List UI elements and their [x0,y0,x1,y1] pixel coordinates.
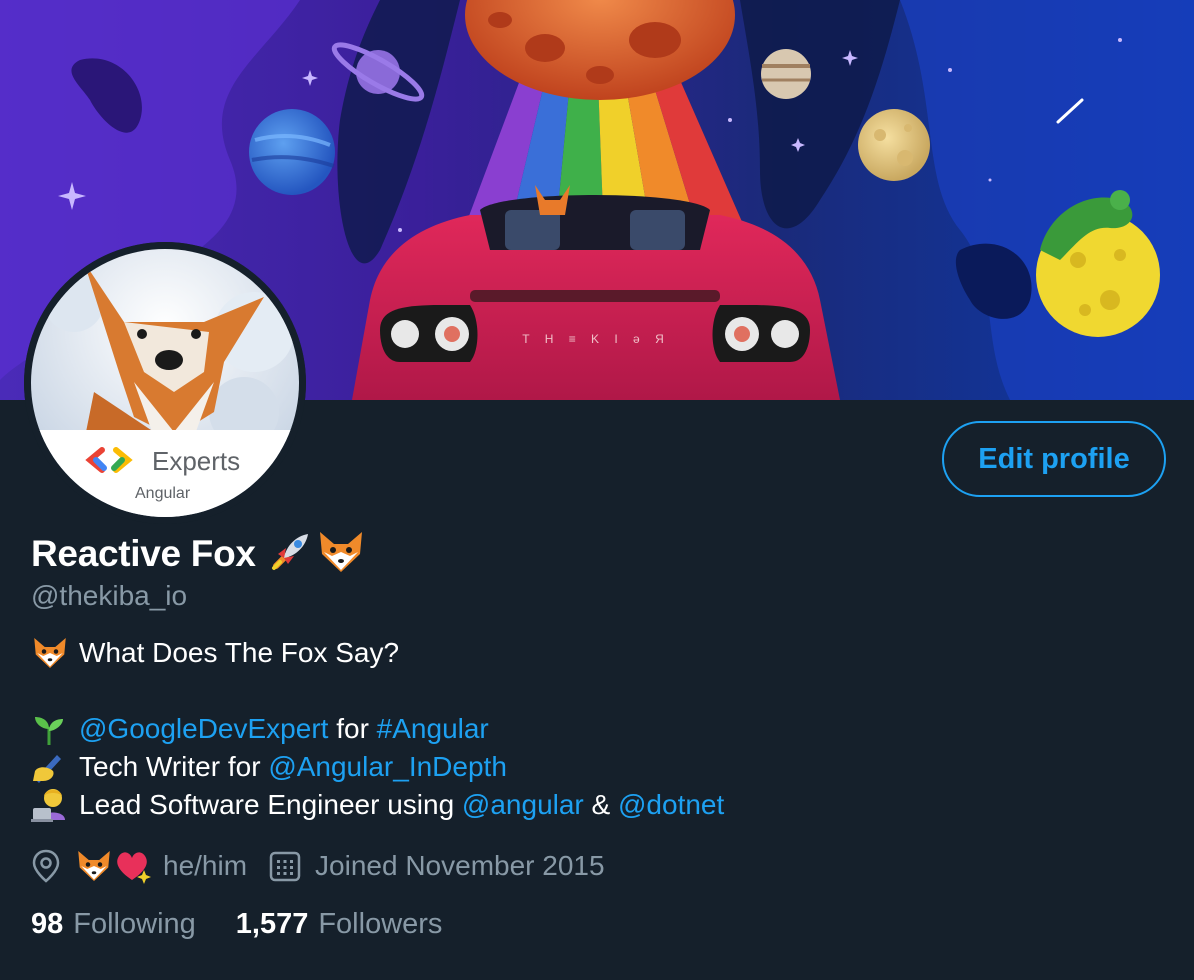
profile-name: Reactive Fox [31,533,256,574]
bio-line-4-text: Lead Software Engineer using [79,789,462,820]
fox-emoji-icon [31,634,71,672]
avatar-badge-subtitle: Angular [135,485,191,502]
location-item: he/him [31,848,247,884]
sparkling-heart-emoji-icon [113,848,151,884]
bio-line-3: Tech Writer for @Angular_InDepth [31,748,724,786]
fox-emoji-icon [316,528,366,581]
rocket-emoji-icon [266,528,314,581]
bio-spacer [31,672,724,710]
bio-line-4-amp: & [583,789,618,820]
profile-meta: he/him Joined November 2015 [31,844,627,888]
profile-bio: What Does The Fox Say? @GoogleDevExpert … [31,634,724,824]
joined-item: Joined November 2015 [269,850,605,882]
location-pin-icon [31,849,61,883]
profile-handle: @thekiba_io [31,580,188,611]
mention-googledevexpert-link[interactable]: @GoogleDevExpert [79,710,328,748]
following-count: 98 [31,907,64,940]
bio-line-1: What Does The Fox Say? [31,634,724,672]
mention-dotnet-link[interactable]: @dotnet [618,786,724,824]
bio-line-3-text: Tech Writer for [79,751,269,782]
mention-angular-indepth-link[interactable]: @Angular_InDepth [268,748,507,786]
bio-line-4: Lead Software Engineer using @angular & … [31,786,724,824]
profile-avatar[interactable]: Experts Angular [24,242,306,524]
hashtag-angular-link[interactable]: #Angular [377,710,489,748]
profile-name-row: Reactive Fox [31,530,366,578]
edit-profile-button[interactable]: Edit profile [942,421,1166,497]
calendar-icon [269,850,301,882]
fox-emoji-icon [75,848,113,884]
bio-line-2: @GoogleDevExpert for #Angular [31,710,724,748]
followers-count: 1,577 [235,907,309,940]
bio-line-1-text: What Does The Fox Say? [79,637,400,668]
writing-hand-emoji-icon [31,748,71,786]
following-link[interactable]: 98 Following [31,908,196,941]
followers-link[interactable]: 1,577 Followers [236,908,443,941]
banner-plate-text: T H ≡ K I ə Я [522,332,669,346]
technologist-emoji-icon [31,786,71,824]
seedling-emoji-icon [31,710,71,748]
joined-date-text: Joined November 2015 [315,850,605,881]
following-label: Following [73,907,196,940]
profile-stats: 98 Following 1,577 Followers [31,902,482,946]
bio-line-2-text: for [328,713,377,744]
avatar-badge-title: Experts [152,446,240,476]
pronouns-text: he/him [163,850,248,881]
followers-label: Followers [318,907,443,940]
mention-angular-link[interactable]: @angular [462,786,584,824]
